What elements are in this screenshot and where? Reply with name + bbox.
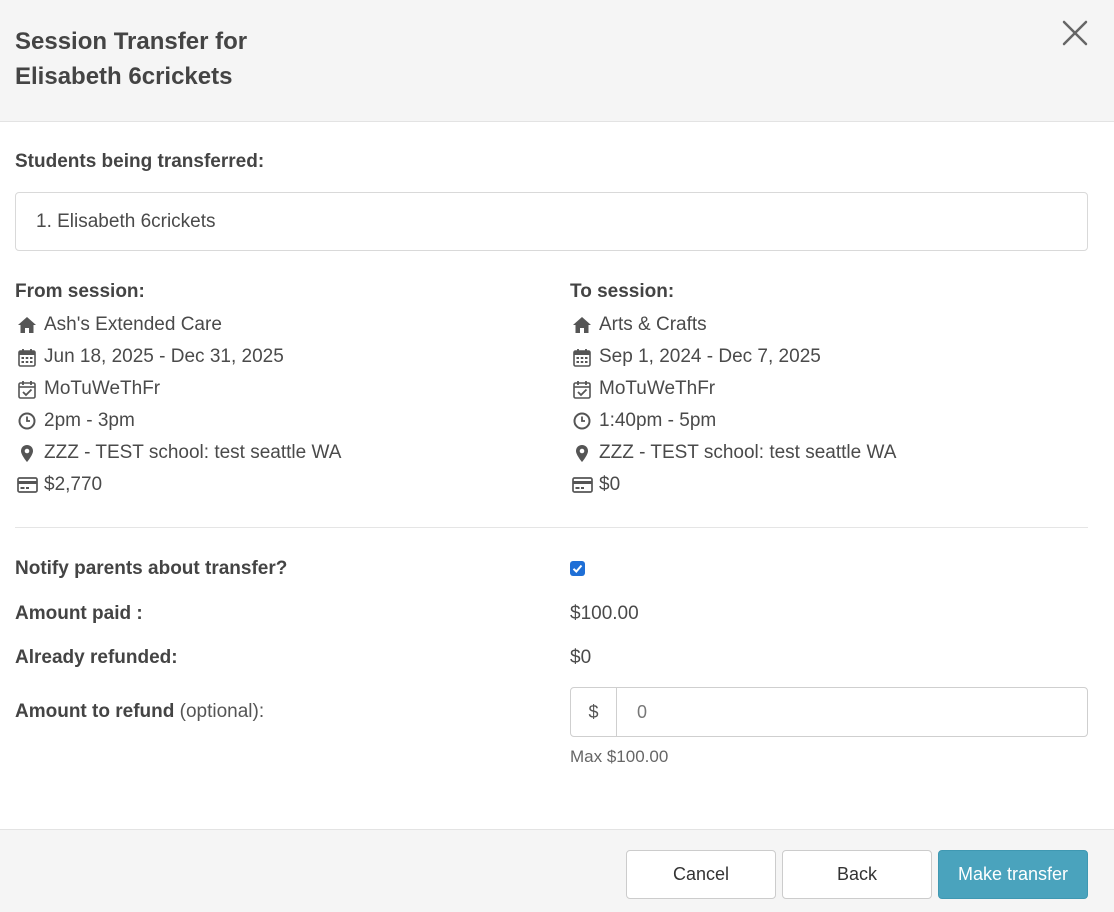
to-session-time: 1:40pm - 5pm	[599, 410, 717, 431]
to-session-name: Arts & Crafts	[599, 314, 707, 335]
close-button[interactable]	[1058, 16, 1092, 50]
student-list-item: 1. Elisabeth 6crickets	[36, 211, 216, 232]
close-icon	[1062, 20, 1088, 46]
to-session-dates: Sep 1, 2024 - Dec 7, 2025	[599, 346, 821, 367]
from-session-dates: Jun 18, 2025 - Dec 31, 2025	[44, 346, 284, 367]
map-marker-icon	[571, 442, 593, 464]
cancel-button[interactable]: Cancel	[626, 850, 776, 899]
back-button[interactable]: Back	[782, 850, 932, 899]
from-session-label: From session:	[15, 281, 145, 302]
students-list: 1. Elisabeth 6crickets	[15, 192, 1088, 251]
from-session-time-row: 2pm - 3pm	[15, 407, 135, 435]
to-session-price: $0	[599, 474, 621, 495]
to-session-time-row: 1:40pm - 5pm	[570, 407, 716, 435]
to-session-label: To session:	[570, 281, 675, 302]
from-session-days-row: MoTuWeThFr	[15, 375, 160, 403]
optional-hint: (optional):	[179, 701, 265, 722]
clock-icon	[571, 410, 593, 432]
home-icon	[16, 314, 38, 336]
modal-footer: Cancel Back Make transfer	[0, 829, 1114, 912]
to-session-name-row: Arts & Crafts	[570, 311, 707, 339]
from-session-time: 2pm - 3pm	[44, 410, 135, 431]
calendar-check-icon	[16, 378, 38, 400]
from-session-dates-row: Jun 18, 2025 - Dec 31, 2025	[15, 343, 284, 371]
calendar-icon	[16, 346, 38, 368]
from-session-location: ZZZ - TEST school: test seattle WA	[44, 442, 342, 463]
students-label: Students being transferred:	[15, 151, 265, 172]
amount-to-refund-label: Amount to refund (optional):	[15, 701, 264, 723]
calendar-icon	[571, 346, 593, 368]
to-session-panel: To session: Arts & Crafts Sep 1, 2024 - …	[570, 281, 896, 495]
modal-title-line2: Elisabeth 6crickets	[15, 63, 233, 90]
to-session-location: ZZZ - TEST school: test seattle WA	[599, 442, 897, 463]
to-session-price-row: $0	[570, 471, 620, 499]
notify-parents-checkbox[interactable]	[570, 561, 585, 576]
to-session-days-row: MoTuWeThFr	[570, 375, 715, 403]
amount-paid-label: Amount paid :	[15, 603, 143, 624]
modal-title-line1: Session Transfer for	[15, 28, 248, 55]
already-refunded-value: $0	[570, 647, 592, 668]
map-marker-icon	[16, 442, 38, 464]
checkmark-icon	[572, 564, 583, 573]
to-session-location-row: ZZZ - TEST school: test seattle WA	[570, 439, 896, 467]
credit-card-icon	[16, 474, 38, 496]
from-session-name-row: Ash's Extended Care	[15, 311, 222, 339]
to-session-dates-row: Sep 1, 2024 - Dec 7, 2025	[570, 343, 821, 371]
clock-icon	[16, 410, 38, 432]
from-session-price: $2,770	[44, 474, 103, 495]
calendar-check-icon	[571, 378, 593, 400]
from-session-name: Ash's Extended Care	[44, 314, 222, 335]
from-session-panel: From session: Ash's Extended Care Jun 18…	[15, 281, 341, 495]
currency-addon: $	[571, 688, 617, 736]
refund-amount-input[interactable]	[617, 688, 1087, 736]
from-session-price-row: $2,770	[15, 471, 102, 499]
modal-header: Session Transfer for Elisabeth 6crickets	[0, 0, 1114, 122]
amount-paid-value: $100.00	[570, 603, 639, 624]
section-divider	[15, 527, 1088, 528]
to-session-days: MoTuWeThFr	[599, 378, 716, 399]
home-icon	[571, 314, 593, 336]
already-refunded-label: Already refunded:	[15, 647, 178, 668]
refund-max-help: Max $100.00	[570, 747, 669, 766]
credit-card-icon	[571, 474, 593, 496]
from-session-location-row: ZZZ - TEST school: test seattle WA	[15, 439, 341, 467]
from-session-days: MoTuWeThFr	[44, 378, 161, 399]
modal-title: Session Transfer for Elisabeth 6crickets	[15, 24, 247, 94]
amount-to-refund-text: Amount to refund	[15, 701, 175, 722]
notify-parents-label: Notify parents about transfer?	[15, 558, 288, 579]
refund-input-group: $	[570, 687, 1088, 737]
make-transfer-button[interactable]: Make transfer	[938, 850, 1088, 899]
